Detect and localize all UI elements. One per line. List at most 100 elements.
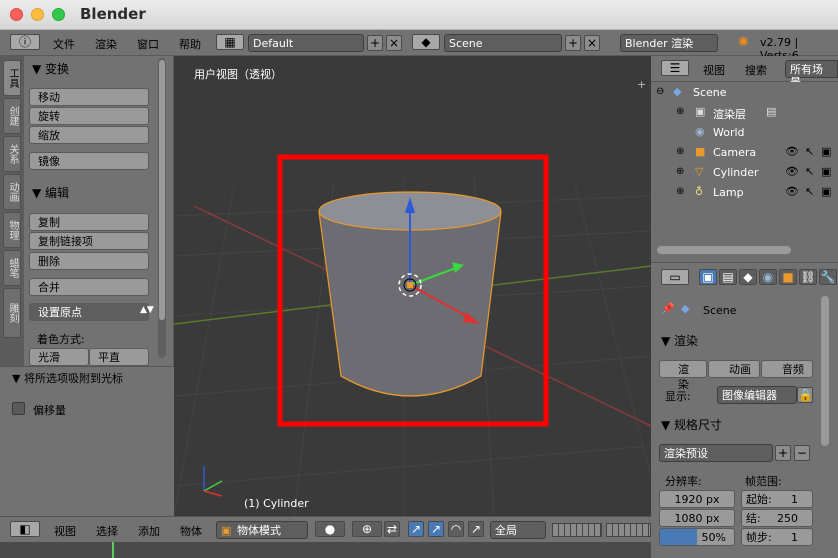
tab-relations[interactable]: 关系 [3,136,21,172]
minimize-window-button[interactable] [31,8,44,21]
modifiers-tab-icon[interactable]: 🔧 [819,269,837,285]
expand-icon[interactable]: ⊕ [676,146,684,157]
editor-type-properties-icon[interactable]: ▭ [661,269,689,285]
layout-name-field[interactable]: Default [248,34,364,52]
properties-scrollbar[interactable] [821,296,829,446]
visibility-eye-icon[interactable]: 👁 [785,145,799,158]
resolution-x-field[interactable]: 1920 px [659,490,735,508]
pivot-point-icon[interactable]: ⊕ [352,521,382,537]
current-frame-marker[interactable] [112,542,114,558]
outliner-row-camera[interactable]: ⊕ ■ Camera 👁 ↖ ▣ [651,143,838,163]
outliner-row-lamp[interactable]: ⊕ ♁ Lamp 👁 ↖ ▣ [651,183,838,203]
render-camera-icon[interactable]: ▣ [821,165,831,178]
expand-icon[interactable]: ⊕ [676,106,684,117]
constraints-tab-icon[interactable]: ⛓ [799,269,817,285]
frame-end-field[interactable]: 结: 250 [741,509,813,527]
toolshelf-scrollbar[interactable] [158,58,166,358]
layout-browse-icon[interactable]: ▦ [216,34,244,50]
scale-button[interactable]: 缩放 [29,126,149,144]
render-preset-select[interactable]: 渲染预设 [659,444,773,462]
menu-help[interactable]: 帮助 [179,36,201,52]
visibility-eye-icon[interactable]: 👁 [785,165,799,178]
tab-grease-pencil[interactable]: 蜡笔 [3,250,21,286]
viewport-shading-icon[interactable]: ● [315,521,345,537]
collapse-icon[interactable]: ⊖ [656,86,664,97]
frame-start-field[interactable]: 起始: 1 [741,490,813,508]
offset-checkbox[interactable] [12,402,25,415]
operator-header[interactable]: ▼ 将所选项吸附到光标 [12,370,123,386]
lock-interface-icon[interactable]: 🔒 [797,387,813,403]
outliner-menu-view[interactable]: 视图 [703,62,725,78]
rotate-button[interactable]: 旋转 [29,107,149,125]
expand-icon[interactable]: ⊕ [676,186,684,197]
outliner-row-world[interactable]: ◉ World [651,123,838,143]
display-select[interactable]: 图像编辑器 [717,386,797,404]
duplicate-linked-button[interactable]: 复制链接项 [29,232,149,250]
select-cursor-icon[interactable]: ↖ [805,165,814,178]
add-layout-icon[interactable]: + [367,35,383,51]
outliner-row-cylinder[interactable]: ⊕ ▽ Cylinder 👁 ↖ ▣ [651,163,838,183]
remove-layout-icon[interactable]: × [386,35,402,51]
world-tab-icon[interactable]: ◉ [759,269,777,285]
menu-render[interactable]: 渲染 [95,36,117,52]
editor-type-info-icon[interactable]: ⓘ [10,34,40,50]
menu-select[interactable]: 选择 [96,523,118,539]
select-cursor-icon[interactable]: ↖ [805,185,814,198]
duplicate-button[interactable]: 复制 [29,213,149,231]
scale-manipulator-icon[interactable]: ↗ [468,521,484,537]
render-tab-icon[interactable]: ▣ [699,269,717,285]
tab-tools[interactable]: 工具 [3,60,21,96]
visibility-eye-icon[interactable]: 👁 [785,185,799,198]
zoom-window-button[interactable] [52,8,65,21]
remove-scene-icon[interactable]: × [584,35,600,51]
outliner-scrollbar[interactable] [657,246,791,254]
shade-smooth-button[interactable]: 光滑 [29,348,89,366]
outliner-filter-select[interactable]: 所有场景 [785,60,838,89]
tab-physics[interactable]: 物理 [3,212,21,248]
outliner-row-scene[interactable]: ⊖ ◆ Scene [651,83,838,103]
delete-button[interactable]: 删除 [29,252,149,270]
menu-file[interactable]: 文件 [53,36,75,52]
dimensions-panel-header[interactable]: ▼ 规格尺寸 [661,416,722,433]
object-tab-icon[interactable]: ■ [779,269,797,285]
audio-button[interactable]: 音频 [761,360,813,378]
3d-viewport[interactable]: 用户视图（透视） + (1) Cylinder [174,56,651,516]
editor-type-3d-icon[interactable]: ◧ [10,521,40,537]
set-origin-dropdown[interactable]: 设置原点 [29,303,149,321]
editor-type-outliner-icon[interactable]: ☰ [661,60,689,76]
scene-tab-icon[interactable]: ◆ [739,269,757,285]
menu-object[interactable]: 物体 [180,523,202,539]
translate-manipulator-icon[interactable]: ↗ [428,521,444,537]
frame-step-field[interactable]: 帧步: 1 [741,528,813,546]
edit-header[interactable]: ▼ 编辑 [32,184,69,201]
render-layers-tab-icon[interactable]: ▤ [719,269,737,285]
add-region-icon[interactable]: + [637,78,646,91]
join-button[interactable]: 合并 [29,278,149,296]
render-camera-icon[interactable]: ▣ [821,145,831,158]
scene-browse-icon[interactable]: ◆ [412,34,440,50]
add-scene-icon[interactable]: + [565,35,581,51]
menu-add[interactable]: 添加 [138,523,160,539]
close-window-button[interactable] [10,8,23,21]
expand-icon[interactable]: ⊕ [676,166,684,177]
manipulator-toggle-icon[interactable]: ⇄ [384,521,400,537]
layer-buttons-2[interactable] [606,523,651,537]
orientation-select[interactable]: 全局 [490,521,546,539]
rotate-manipulator-icon[interactable]: ◠ [448,521,464,537]
outliner-row-render-layers[interactable]: ⊕ ▣ 渲染层 ▤ [651,103,838,123]
tab-animation[interactable]: 动画 [3,174,21,210]
add-preset-icon[interactable]: + [775,445,791,461]
move-button[interactable]: 移动 [29,88,149,106]
remove-preset-icon[interactable]: − [794,445,810,461]
tab-create[interactable]: 创建 [3,98,21,134]
shade-flat-button[interactable]: 平直 [89,348,149,366]
scene-name-field[interactable]: Scene [444,34,562,52]
menu-window[interactable]: 窗口 [137,36,159,52]
layer-buttons[interactable] [552,523,602,537]
transform-header[interactable]: ▼ 变换 [32,60,69,77]
resolution-percent-slider[interactable]: 50% [659,528,735,546]
select-cursor-icon[interactable]: ↖ [805,145,814,158]
render-engine-select[interactable]: Blender 渲染 [620,34,718,52]
mirror-button[interactable]: 镜像 [29,152,149,170]
menu-view[interactable]: 视图 [54,523,76,539]
